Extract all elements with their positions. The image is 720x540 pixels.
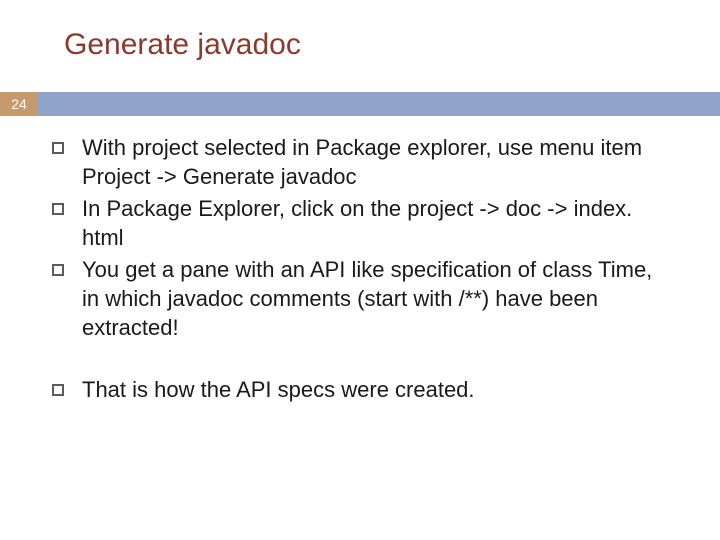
bullet-text: You get a pane with an API like specific…: [82, 256, 668, 342]
header-bar: 24: [0, 92, 720, 116]
bullet-icon: [52, 142, 64, 154]
bullet-text: That is how the API specs were created.: [82, 376, 475, 405]
bullet-icon: [52, 264, 64, 276]
list-item: In Package Explorer, click on the projec…: [52, 195, 668, 252]
bullet-icon: [52, 203, 64, 215]
list-item: That is how the API specs were created.: [52, 376, 668, 405]
slide-content: With project selected in Package explore…: [52, 134, 668, 409]
header-bar-fill: [38, 92, 720, 116]
bullet-text: With project selected in Package explore…: [82, 134, 668, 191]
slide: Generate javadoc 24 With project selecte…: [0, 0, 720, 540]
page-number-badge: 24: [0, 92, 38, 116]
slide-title: Generate javadoc: [64, 28, 301, 62]
list-item: You get a pane with an API like specific…: [52, 256, 668, 342]
bullet-text: In Package Explorer, click on the projec…: [82, 195, 668, 252]
list-item: With project selected in Package explore…: [52, 134, 668, 191]
bullet-icon: [52, 384, 64, 396]
